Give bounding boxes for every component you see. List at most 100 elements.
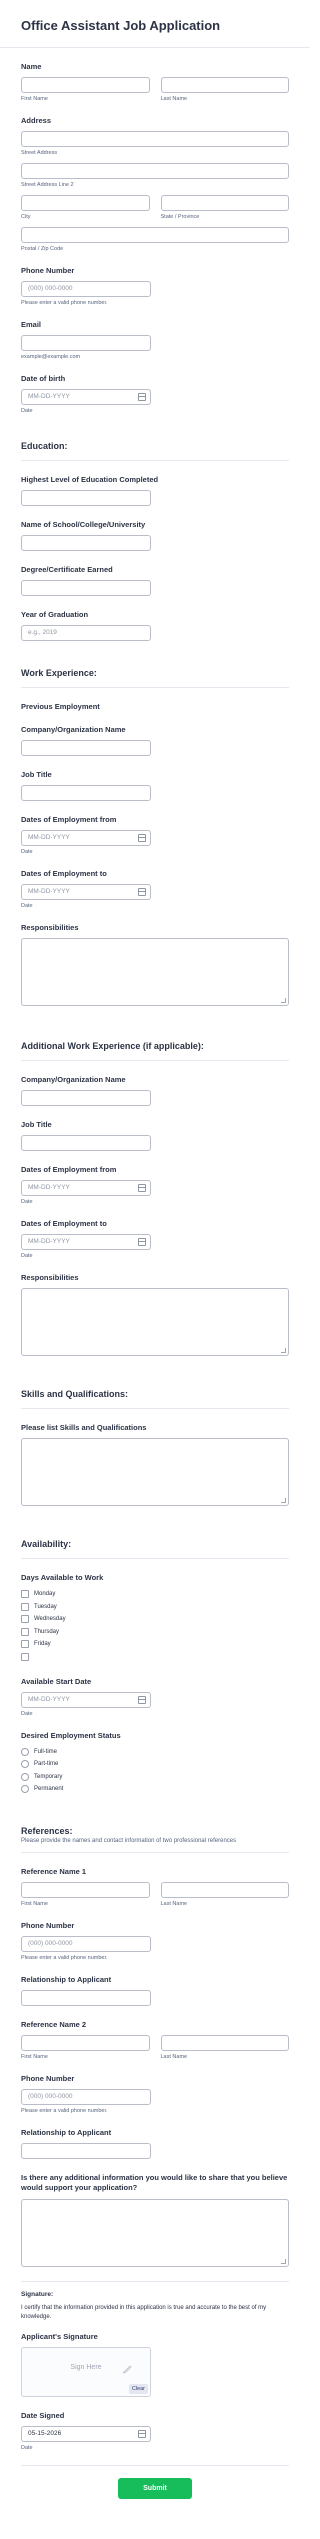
checkbox[interactable] [21,1640,29,1648]
resize-grip-icon[interactable] [281,1498,286,1503]
start-date-question: Available Start Date MM-DD-YYYY Date [21,1677,289,1717]
resize-grip-icon[interactable] [281,1348,286,1353]
calendar-icon[interactable] [138,834,146,842]
reference-2-label: Reference Name 2 [21,2020,87,2029]
additional-responsibilities-label: Responsibilities [21,1273,79,1282]
additional-to-input[interactable]: MM-DD-YYYY [21,1234,151,1250]
street-address-input[interactable] [21,131,289,147]
school-label: Name of School/College/University [21,520,146,529]
checkbox[interactable] [21,1602,29,1611]
address-label: Address [21,116,52,125]
street-address-2-input[interactable] [21,163,289,179]
status-option-permanent[interactable]: Permanent [21,1783,289,1795]
reference-2-last-name-input[interactable] [160,2035,289,2051]
phone-help: Please enter a valid phone number. [21,300,108,306]
calendar-icon[interactable] [138,1238,146,1246]
zip-input[interactable] [21,227,289,243]
reference-1-phone-input[interactable]: (000) 000-0000 [21,1936,151,1952]
employment-to-input[interactable]: MM-DD-YYYY [21,884,151,900]
reference-1-last-name-input[interactable] [160,1882,289,1898]
status-option-part-time[interactable]: Part-time [21,1758,289,1770]
calendar-icon[interactable] [138,1184,146,1192]
additional-info-textarea[interactable] [21,2199,289,2267]
status-option-temporary[interactable]: Temporary [21,1771,289,1783]
employment-from-question: Dates of Employment from MM-DD-YYYY Date [21,815,289,855]
additional-responsibilities-textarea[interactable] [21,1288,289,1356]
start-date-input[interactable]: MM-DD-YYYY [21,1691,151,1708]
email-sublabel: example@example.com [21,354,81,360]
radio[interactable] [21,1760,29,1768]
job-title-question: Job Title [21,770,289,801]
reference-2-phone-input[interactable]: (000) 000-0000 [21,2089,151,2105]
state-input[interactable] [160,195,289,211]
status-option-full-time[interactable]: Full-time [21,1746,289,1758]
phone-label: Phone Number [21,266,75,275]
email-input[interactable] [21,335,151,351]
graduation-year-question: Year of Graduation e.g., 2019 [21,610,289,641]
employment-from-sublabel: Date [21,849,33,855]
day-option-thursday[interactable]: Thursday [21,1626,289,1638]
status-label: Part-time [34,1761,59,1767]
reference-2-first-name-input[interactable] [21,2035,150,2051]
email-question: Email example@example.com [21,320,289,360]
start-date-sublabel: Date [21,1710,33,1717]
checkbox[interactable] [21,1615,29,1623]
dob-question: Date of birth MM-DD-YYYY Date [21,374,289,414]
radio[interactable] [21,1747,29,1756]
company-input[interactable] [21,740,151,756]
date-signed-input[interactable]: 05-15-2026 [21,2426,151,2442]
name-label: Name [21,62,42,71]
additional-job-title-input[interactable] [21,1135,151,1151]
divider [21,2465,289,2466]
phone-input[interactable]: (000) 000-0000 [21,281,151,297]
radio[interactable] [21,1785,29,1793]
school-question: Name of School/College/University [21,520,289,551]
first-name-input[interactable] [21,77,150,93]
submit-button[interactable]: Submit [118,2478,192,2499]
day-option-friday[interactable]: Friday [21,1638,289,1650]
calendar-icon[interactable] [138,888,146,896]
highest-education-input[interactable] [21,490,151,506]
calendar-icon[interactable] [138,2430,146,2438]
reference-1-first-name-input[interactable] [21,1882,150,1898]
degree-input[interactable] [21,580,151,596]
school-input[interactable] [21,535,151,551]
responsibilities-textarea[interactable] [21,938,289,1006]
resize-grip-icon[interactable] [281,998,286,1003]
skills-textarea[interactable] [21,1438,289,1506]
resize-grip-icon[interactable] [281,2259,286,2264]
additional-from-sublabel: Date [21,1199,33,1205]
calendar-icon[interactable] [138,393,146,401]
employment-from-input[interactable]: MM-DD-YYYY [21,830,151,846]
day-option-wednesday[interactable]: Wednesday [21,1613,289,1625]
address-question: Address Street Address Street Address Li… [21,116,289,252]
city-input[interactable] [21,195,150,211]
checkbox[interactable] [21,1590,29,1598]
graduation-year-input[interactable]: e.g., 2019 [21,625,151,641]
signature-pad[interactable]: Sign Here Clear [21,2347,151,2397]
reference-2-relationship-question: Relationship to Applicant [21,2128,289,2159]
calendar-icon[interactable] [138,1695,146,1704]
previous-employment-subheading: Previous Employment [21,702,100,711]
additional-company-input[interactable] [21,1090,151,1106]
dob-input[interactable]: MM-DD-YYYY [21,389,151,405]
clear-signature-button[interactable]: Clear [128,2384,148,2394]
checkbox[interactable] [21,1652,29,1661]
signature-heading: Signature: [21,2291,54,2298]
form-header: Office Assistant Job Application [0,0,310,48]
checkbox[interactable] [21,1627,29,1636]
day-option-monday[interactable]: Monday [21,1588,289,1600]
additional-from-input[interactable]: MM-DD-YYYY [21,1180,151,1196]
day-option-tuesday[interactable]: Tuesday [21,1601,289,1613]
signature-section: Signature: I certify that the informatio… [21,2291,289,2322]
radio[interactable] [21,1772,29,1781]
last-name-input[interactable] [160,77,289,93]
additional-to-sublabel: Date [21,1253,33,1259]
reference-1-relationship-input[interactable] [21,1990,151,2006]
pen-icon [122,2365,132,2374]
certify-statement: I certify that the information provided … [21,2305,267,2320]
job-title-input[interactable] [21,785,151,801]
reference-2-relationship-input[interactable] [21,2143,151,2159]
day-option-other[interactable] [21,1651,289,1663]
additional-company-question: Company/Organization Name [21,1075,289,1106]
